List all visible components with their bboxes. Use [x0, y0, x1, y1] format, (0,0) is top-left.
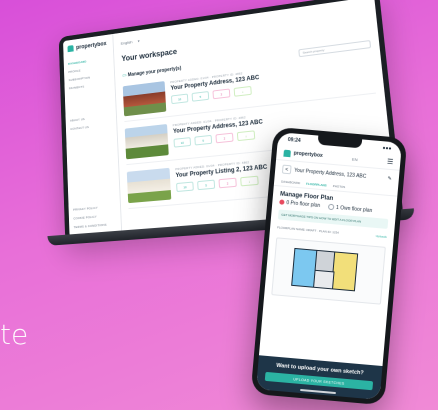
phone-mockup: 09:24 ●●● propertybox EN ☰ < Your Proper…: [250, 126, 408, 406]
favourites-button[interactable]: 2: [212, 88, 231, 100]
footer-link-terms[interactable]: TERMS & CONDITIONS: [74, 223, 107, 230]
edit-pencil-icon[interactable]: ✎: [387, 175, 392, 181]
footer-link-privacy[interactable]: PRIVACY POLICY: [73, 205, 106, 212]
brand-logo[interactable]: propertybox: [283, 149, 323, 159]
floorplans-button[interactable]: 5: [191, 91, 210, 102]
uploads-link[interactable]: Uploads: [376, 234, 387, 239]
tab-photos[interactable]: PHOTOS: [332, 184, 345, 189]
favourites-button[interactable]: 2: [215, 132, 234, 144]
download-button[interactable]: ↓: [240, 175, 259, 187]
sidebar-item-dashboard[interactable]: DASHBOARD: [68, 57, 109, 66]
house-logo-icon: [283, 149, 291, 157]
language-select[interactable]: EN: [352, 156, 358, 161]
background-tagline: te: [0, 318, 29, 351]
house-logo-icon: [67, 45, 74, 53]
photos-button[interactable]: 10: [176, 181, 194, 193]
floorplans-button[interactable]: 5: [194, 134, 213, 146]
footer-link-cookie[interactable]: COOKIE POLICY: [73, 214, 106, 221]
plan-meta-text: FLOORPLAN NAME: DRAFT · PLAN ID: 1234: [276, 225, 340, 236]
back-arrow-icon[interactable]: <: [281, 164, 292, 175]
selected-radio-icon: [279, 199, 285, 206]
home-indicator: [299, 388, 337, 395]
floor-plan-preview[interactable]: [271, 237, 386, 305]
property-photo[interactable]: [126, 167, 172, 204]
phone-screen: 09:24 ●●● propertybox EN ☰ < Your Proper…: [255, 132, 403, 400]
tab-dashboard[interactable]: DASHBOARD: [281, 180, 300, 186]
property-photo[interactable]: [124, 123, 169, 160]
tab-floorplans[interactable]: FLOORPLANS: [306, 182, 327, 188]
upload-cta-panel: Want to upload your own sketch? UPLOAD Y…: [255, 355, 383, 400]
floor-plan-room: [313, 270, 335, 290]
floorplans-button[interactable]: 5: [197, 179, 216, 191]
status-time: 09:24: [287, 136, 301, 145]
language-select[interactable]: English: [121, 39, 133, 45]
property-photo[interactable]: [122, 81, 167, 117]
hamburger-menu-icon[interactable]: ☰: [387, 158, 394, 167]
own-plan-label: 1 Own floor plan: [335, 204, 373, 214]
download-button[interactable]: ↓: [233, 85, 252, 97]
radio-icon: [327, 203, 335, 211]
photos-button[interactable]: 10: [173, 137, 192, 148]
signal-battery-icon: ●●●: [382, 145, 392, 152]
sidebar-item-about[interactable]: ABOUT US: [70, 114, 112, 122]
sidebar-footer: PRIVACY POLICY COOKIE POLICY TERMS & CON…: [73, 200, 107, 229]
download-button[interactable]: ↓: [236, 130, 256, 142]
sidebar-item-subscription[interactable]: SUBSCRIPTION: [69, 73, 110, 82]
chevron-down-icon[interactable]: ▾: [138, 38, 140, 43]
sidebar-item-contact[interactable]: CONTACT US: [70, 123, 112, 131]
sidebar: propertybox DASHBOARD PROFILE SUBSCRIPTI…: [63, 33, 123, 238]
brand-name: propertybox: [293, 150, 323, 160]
favourites-button[interactable]: 2: [218, 177, 237, 189]
sidebar-item-profile[interactable]: PROFILE: [68, 65, 109, 74]
manage-properties-text: Manage your property(s): [127, 65, 182, 79]
floor-plan-room: [330, 251, 359, 292]
property-address: Your Property Address, 123 ABC: [293, 167, 367, 180]
photos-button[interactable]: 10: [170, 93, 189, 105]
search-input[interactable]: Search property: [298, 40, 372, 58]
manage-properties-label: ▭ Manage your property(s): [122, 66, 181, 79]
